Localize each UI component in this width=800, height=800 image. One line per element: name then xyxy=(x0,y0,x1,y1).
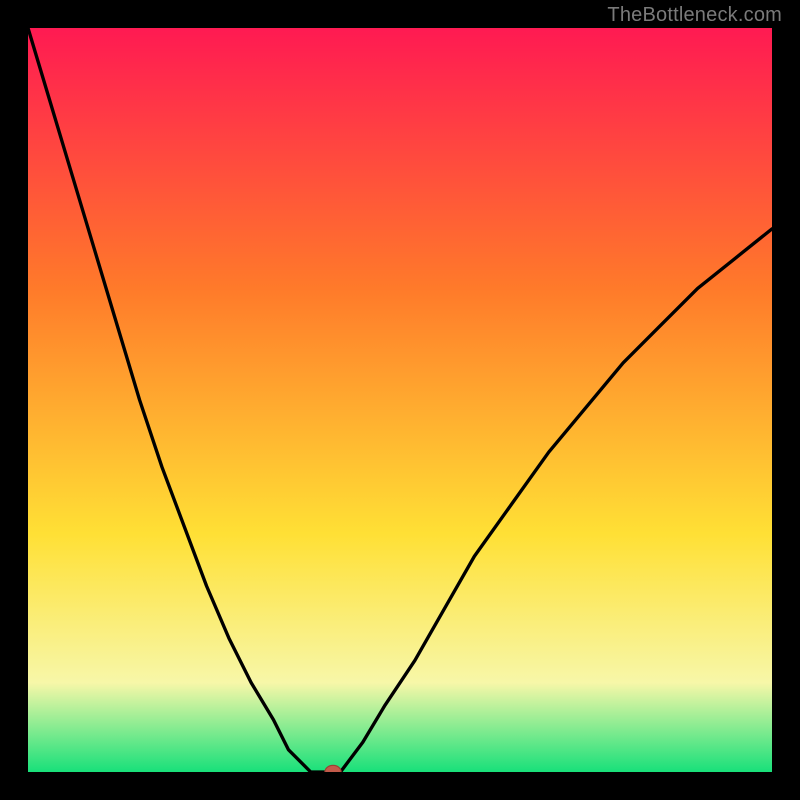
watermark-text: TheBottleneck.com xyxy=(607,4,782,27)
chart-frame: TheBottleneck.com xyxy=(0,0,800,800)
chart-svg xyxy=(28,28,772,772)
plot-area xyxy=(28,28,772,772)
